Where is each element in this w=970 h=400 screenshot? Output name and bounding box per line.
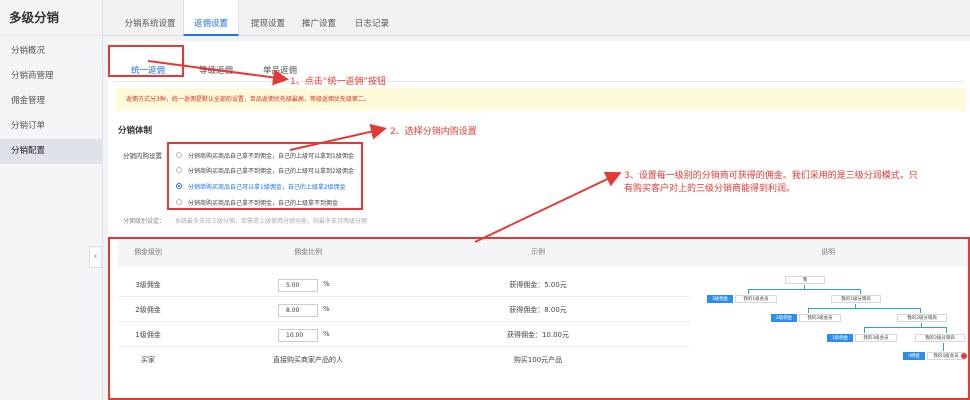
percent-unit: %: [323, 280, 330, 288]
table-row: 买家 直接购买商家产品的人 购买100元产品: [118, 348, 690, 372]
sidebar-item-overview[interactable]: 分销概况: [0, 39, 102, 64]
tree-connector: [808, 308, 920, 309]
row-example: 购买100元产品: [513, 356, 563, 364]
tree-connector: [860, 289, 861, 294]
inner-purchase-option-1[interactable]: 分销商购买商品自己拿不到佣金，自己的上级可以拿到1级佣金: [176, 148, 354, 162]
row-level: 1级佣金: [135, 331, 161, 339]
option-text: 分销商购买商品自己拿不到佣金，自己的上级可以拿到1级佣金: [188, 152, 354, 160]
node-level2-tag: 2级佣金: [771, 314, 797, 322]
col-example: 示例: [531, 248, 545, 256]
tab-logs[interactable]: 日志记录: [347, 0, 397, 36]
row-level: 买家: [141, 356, 155, 364]
node-level1-tag: 1级佣金: [827, 334, 853, 342]
row-level: 2级佣金: [135, 306, 161, 314]
commission-table: 佣金级别 佣金比例 示例 说明 3级佣金 5.00 % 获得佣金：5.00元 2…: [118, 237, 970, 400]
main-content: 分销系统设置 返佣设置 提现设置 推广设置 日志记录 统一返佣 等级返佣 单品返…: [103, 0, 970, 400]
level-hint-text: 系统最多支持三级分佣，若需提上级使用分销功能，则最多支持两级分佣: [175, 218, 368, 225]
node-level3-tag: 3级佣金: [707, 295, 733, 303]
subtab-unified-rebate[interactable]: 统一返佣: [118, 51, 178, 81]
sidebar-item-distributors[interactable]: 分销商管理: [0, 64, 102, 89]
tree-connector: [946, 327, 947, 333]
tree-connector: [748, 289, 860, 290]
radio-icon: [176, 199, 182, 205]
percent-unit: %: [323, 305, 330, 313]
inner-purchase-option-4[interactable]: 分销商购买商品自己拿不到佣金，自己的上级拿不到佣金: [176, 195, 338, 209]
row-buyer-desc: 直接购买商家产品的人: [273, 356, 343, 364]
collapse-sidebar-chevron-left-icon[interactable]: ‹: [89, 246, 102, 268]
tree-connector: [920, 308, 921, 313]
row-example: 获得佣金：5.00元: [509, 281, 567, 289]
commission-tree-diagram: 我 3级佣金 我的1级会员 我的1级分销商 2级佣金 我的2级会员 我的2级分销…: [703, 261, 967, 400]
subtab-divider: [113, 81, 963, 82]
node-my-level1-member: 我的1级会员: [735, 295, 777, 303]
radio-icon: [176, 152, 182, 158]
tree-connector: [808, 308, 809, 313]
tab-system-settings[interactable]: 分销系统设置: [115, 0, 185, 36]
tree-connector: [943, 343, 944, 351]
node-my-level3-member: 我的3级会员: [855, 334, 897, 342]
alert-dot-icon: [961, 353, 967, 359]
row-example: 获得佣金：10.00元: [506, 331, 570, 339]
tree-connector: [864, 327, 865, 333]
commission-ratio-input[interactable]: 10.00: [278, 329, 318, 342]
annotation-step-2: 2、选择分销内购设置: [390, 127, 477, 137]
node-my-level3-distributor: 我的3级分销商: [915, 334, 965, 342]
table-row: 2级佣金 8.00 % 获得佣金：8.00元: [118, 298, 690, 322]
level-hint-label: 分佣级别设定：: [123, 218, 166, 225]
node-buyer-tag: 0佣金: [903, 352, 925, 360]
node-my-level2-member: 我的2级会员: [799, 314, 841, 322]
node-my-level2-distributor: 我的2级分销商: [897, 314, 947, 322]
annotation-step-3-line1: 3、设置每一级别的分销商可获得的佣金。我们采用的是三级分润模式，只: [624, 171, 918, 181]
node-my-level1-distributor: 我的1级分销商: [831, 295, 881, 303]
radio-selected-icon: [176, 183, 182, 189]
option-text: 分销商购买商品自己拿不到佣金，自己的上级可以拿到2级佣金: [188, 167, 354, 175]
row-example: 获得佣金：8.00元: [509, 306, 567, 314]
commission-ratio-input[interactable]: 8.00: [278, 304, 318, 317]
sidebar-item-orders[interactable]: 分销订单: [0, 114, 102, 139]
section-title: 分销体制: [118, 126, 153, 136]
settings-panel: 统一返佣 等级返佣 单品返佣 返佣方式分3种，统一返佣是默认全部的设置，单品返佣…: [108, 41, 970, 400]
subtab-level-rebate[interactable]: 等级返佣: [186, 51, 246, 81]
col-ratio: 佣金比例: [294, 248, 322, 256]
commission-ratio-input[interactable]: 5.00: [278, 279, 318, 292]
top-tab-bar: 分销系统设置 返佣设置 提现设置 推广设置 日志记录: [103, 0, 970, 36]
sidebar: 多级分销 分销概况 分销商管理 佣金管理 分销订单 分销配置: [0, 0, 103, 400]
option-text: 分销商购买商品自己拿不到佣金，自己的上级拿不到佣金: [188, 199, 339, 207]
level-hint: 分佣级别设定： 系统最多支持三级分佣，若需提上级使用分销功能，则最多支持两级分佣: [123, 216, 367, 225]
tree-connector: [864, 327, 946, 328]
table-row: 1级佣金 10.00 % 获得佣金：10.00元: [118, 323, 690, 347]
notice-banner: 返佣方式分3种，统一返佣是默认全部的设置，单品返佣优先级最高，等级返佣优先级第二…: [116, 88, 966, 111]
tab-rebate-settings[interactable]: 返佣设置: [183, 0, 239, 36]
tab-promotion-settings[interactable]: 推广设置: [293, 0, 345, 36]
inner-purchase-option-2[interactable]: 分销商购买商品自己拿不到佣金，自己的上级可以拿到2级佣金: [176, 163, 354, 177]
sidebar-item-config[interactable]: 分销配置: [0, 139, 102, 164]
node-my-level4-member: 我的4级会员: [927, 352, 965, 360]
sidebar-item-commission[interactable]: 佣金管理: [0, 89, 102, 114]
annotation-step-1: 1、点击“统一返佣”按钮: [290, 77, 387, 87]
option-text: 分销商购买商品自己可以拿1级佣金，自己的上级拿2级佣金: [188, 183, 346, 191]
table-row: 3级佣金 5.00 % 获得佣金：5.00元: [118, 273, 690, 297]
tree-connector: [748, 289, 749, 294]
inner-purchase-option-3[interactable]: 分销商购买商品自己可以拿1级佣金，自己的上级拿2级佣金: [176, 179, 346, 193]
row-level: 3级佣金: [135, 281, 161, 289]
tab-withdraw-settings[interactable]: 提现设置: [243, 0, 293, 36]
annotation-step-3-line2: 有购买客户对上的三级分销商能得到利润。: [624, 184, 796, 194]
sidebar-title: 多级分销: [0, 0, 102, 36]
percent-unit: %: [323, 330, 330, 338]
col-level: 佣金级别: [134, 248, 162, 256]
radio-icon: [176, 167, 182, 173]
node-me: 我: [785, 276, 825, 284]
inner-purchase-label: 分销内购设置: [123, 152, 162, 160]
